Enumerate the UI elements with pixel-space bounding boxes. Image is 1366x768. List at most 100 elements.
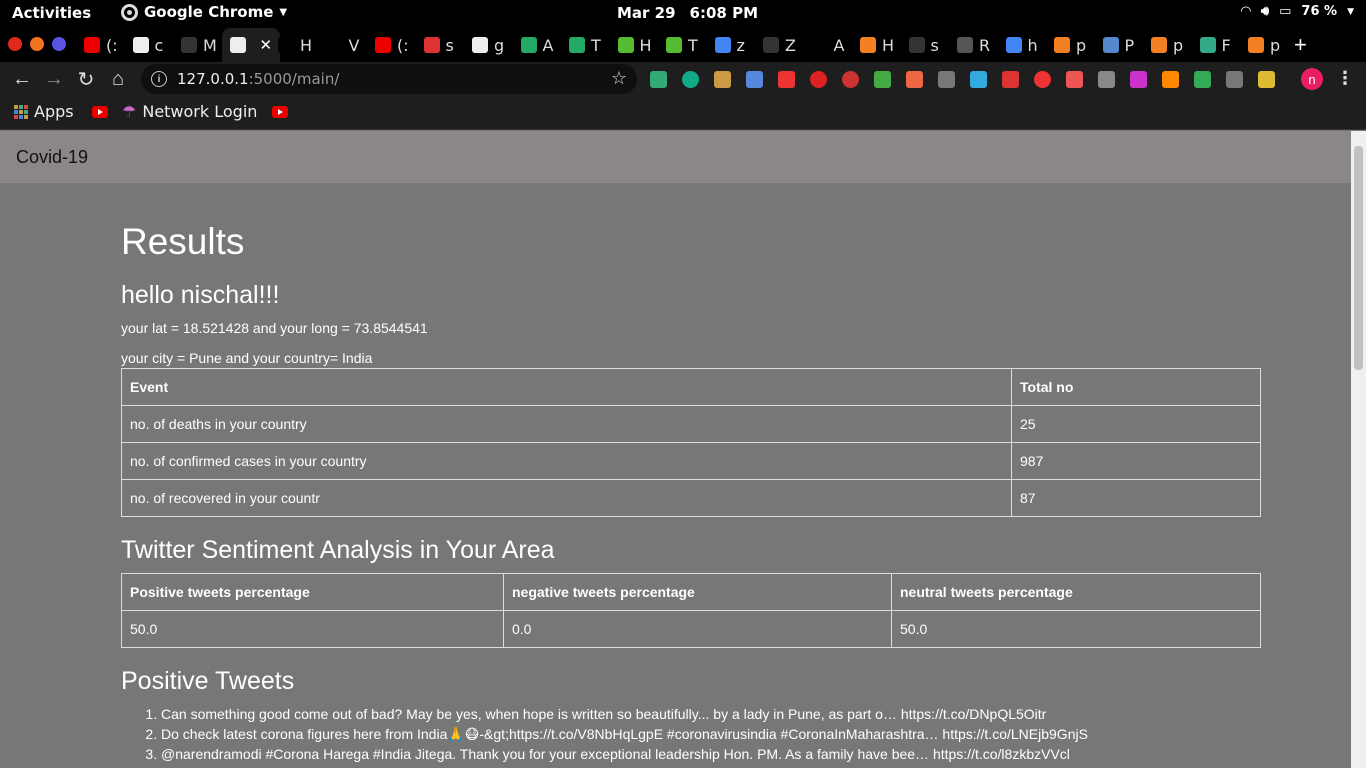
bookmark-star-icon[interactable]: ☆ (611, 68, 627, 89)
tab-label: z (736, 35, 745, 55)
shield-icon[interactable] (1226, 71, 1243, 88)
forward-button[interactable]: → (41, 66, 67, 92)
yab-icon[interactable] (810, 71, 827, 88)
tab-8[interactable]: g (472, 32, 504, 58)
youtube-icon (92, 106, 108, 118)
positive-tweets-heading: Positive Tweets (121, 667, 295, 695)
tab-0[interactable]: (: (84, 32, 118, 58)
back-button[interactable]: ← (9, 66, 35, 92)
window-minimize-button[interactable] (30, 37, 44, 51)
block-icon[interactable] (842, 71, 859, 88)
new-tab-button[interactable]: + (1294, 32, 1307, 58)
tab-17[interactable]: s (908, 32, 939, 58)
mail-icon[interactable] (650, 71, 667, 88)
greeting: hello nischal!!! (121, 281, 280, 309)
tab-2[interactable]: M (181, 32, 217, 58)
navbar-brand[interactable]: Covid-19 (16, 147, 88, 168)
google-icon (1005, 37, 1022, 53)
bookmark-youtube-2[interactable] (272, 106, 288, 118)
red-book-icon[interactable] (1002, 71, 1019, 88)
tab-4[interactable]: H (278, 32, 312, 58)
tab-label: s (930, 35, 939, 55)
scrollbar-thumb[interactable] (1354, 146, 1363, 370)
medium-icon (278, 37, 294, 53)
flag-icon[interactable] (778, 71, 795, 88)
table-row: no. of confirmed cases in your country 9… (121, 442, 1261, 480)
site-info-icon[interactable]: i (151, 71, 167, 87)
cookie-icon[interactable] (714, 71, 731, 88)
tab-6[interactable]: (: (375, 32, 409, 58)
youtube-icon (84, 37, 100, 53)
volume-icon: 🔊︎ (1260, 4, 1270, 19)
tab-24[interactable]: p (1248, 32, 1280, 58)
list-item: Do check latest corona figures here from… (161, 724, 1261, 744)
url-path: :5000/main/ (248, 70, 340, 88)
sentiment-table: Positive tweets percentage negative twee… (121, 573, 1261, 648)
tab-14[interactable]: Z (763, 32, 796, 58)
system-tray[interactable]: ◠ 🔊︎ ▭ 76 % ▼ (1241, 4, 1354, 19)
location-text: your city = Pune and your country= India (121, 350, 373, 366)
site-navbar (0, 131, 1351, 183)
table-cell: 987 (1011, 442, 1261, 480)
tab-18[interactable]: R (957, 32, 990, 58)
tab-22[interactable]: p (1151, 32, 1183, 58)
office-icon[interactable] (906, 71, 923, 88)
tab-15[interactable]: A (811, 32, 844, 58)
url-text[interactable]: 127.0.0.1:5000/main/ (177, 70, 339, 88)
tab-label: (: (397, 35, 409, 55)
tab-13[interactable]: z (714, 32, 745, 58)
apps-grid-icon (14, 104, 28, 119)
tab-21[interactable]: P (1102, 32, 1134, 58)
adblock-icon[interactable] (1034, 71, 1051, 88)
sheet-icon[interactable] (1194, 71, 1211, 88)
stats-table: Event Total no no. of deaths in your cou… (121, 368, 1261, 517)
tab-label: h (1027, 35, 1038, 55)
kali-icon[interactable] (1162, 71, 1179, 88)
window-maximize-button[interactable] (52, 37, 66, 51)
bulb-icon[interactable] (938, 71, 955, 88)
bug-icon[interactable] (1130, 71, 1147, 88)
close-tab-icon[interactable]: ✕ (260, 36, 273, 54)
table-cell: no. of recovered in your countr (121, 479, 1012, 517)
bookmark-apps[interactable]: Apps (14, 102, 74, 121)
bookmark-network-login[interactable]: ☂ Network Login (122, 102, 257, 121)
color-icon[interactable] (970, 71, 987, 88)
tab-20[interactable]: p (1054, 32, 1086, 58)
table-cell: 87 (1011, 479, 1261, 517)
table-header-row: Positive tweets percentage negative twee… (121, 573, 1261, 611)
grammarly-icon[interactable] (682, 71, 699, 88)
pencil-icon[interactable] (1258, 71, 1275, 88)
tab-19[interactable]: h (1005, 32, 1038, 58)
video-icon[interactable] (1066, 71, 1083, 88)
menu-kebab-icon[interactable]: ⋮ (1336, 68, 1354, 89)
window-close-button[interactable] (8, 37, 22, 51)
translate-icon[interactable] (746, 71, 763, 88)
tab-7[interactable]: s (423, 32, 454, 58)
table-header: Positive tweets percentage (121, 573, 504, 611)
address-bar[interactable]: i 127.0.0.1:5000/main/ ☆ (141, 64, 637, 94)
chrome-ext-icon[interactable] (874, 71, 891, 88)
reload-button[interactable]: ↻ (73, 66, 99, 92)
home-button[interactable]: ⌂ (105, 66, 131, 92)
screen-icon[interactable] (1098, 71, 1115, 88)
bookmark-youtube[interactable] (92, 106, 108, 118)
activities-button[interactable]: Activities (12, 4, 91, 22)
tab-label: p (1076, 35, 1087, 55)
profile-avatar[interactable]: n (1301, 68, 1323, 90)
tab-23[interactable]: F (1199, 32, 1231, 58)
tab-1[interactable]: c (132, 32, 163, 58)
tab-9[interactable]: A (520, 32, 553, 58)
tab-10[interactable]: T (569, 32, 601, 58)
tab-label: H (639, 35, 652, 55)
tab-5[interactable]: V (326, 32, 360, 58)
clock[interactable]: Mar 29 6:08 PM (617, 4, 758, 22)
tab-label: R (979, 35, 991, 55)
table-cell: no. of confirmed cases in your country (121, 442, 1012, 480)
tab-11[interactable]: H (617, 32, 652, 58)
github-icon (908, 37, 925, 53)
tab-3[interactable]: ✕ (221, 28, 281, 62)
tab-16[interactable]: H (860, 32, 894, 58)
app-menu[interactable]: Google Chrome ▼ (121, 3, 287, 21)
tab-label: V (348, 35, 360, 55)
tab-12[interactable]: T (666, 32, 698, 58)
